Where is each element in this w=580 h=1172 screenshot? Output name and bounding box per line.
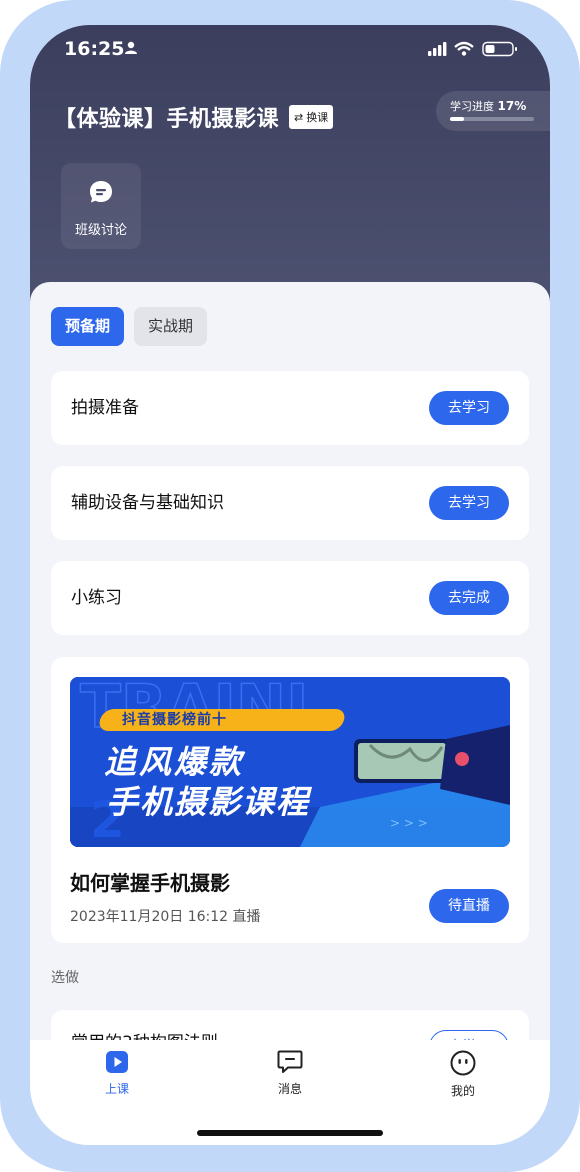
- live-lesson-card[interactable]: TRAINI 2 > > > 抖音摄影榜前十 追风爆款 手机摄影课程: [51, 657, 529, 943]
- course-header: 16:25 【体验课】手机摄影课 ⇄ 换课 学习进度 17% 班级讨论: [30, 25, 550, 325]
- swap-icon: ⇄: [294, 110, 304, 124]
- progress-bar: [450, 117, 534, 121]
- course-banner-image: TRAINI 2 > > > 抖音摄影榜前十 追风爆款 手机摄影课程: [70, 677, 510, 847]
- complete-button[interactable]: 去完成: [429, 581, 509, 615]
- class-discussion-label: 班级讨论: [74, 223, 127, 238]
- lesson-card[interactable]: 辅助设备与基础知识 去学习: [51, 466, 529, 540]
- awaiting-live-button[interactable]: 待直播: [429, 889, 509, 923]
- battery-icon: [482, 41, 517, 57]
- status-bar: 16:25: [30, 25, 550, 75]
- lesson-card[interactable]: 拍摄准备 去学习: [51, 371, 529, 445]
- tab-profile-label: 我的: [450, 1084, 475, 1098]
- lesson-title: 小练习: [71, 588, 122, 608]
- progress-value: 17%: [497, 99, 527, 113]
- tab-messages[interactable]: 消息: [250, 1050, 330, 1097]
- switch-course-button[interactable]: ⇄ 换课: [289, 105, 334, 129]
- tab-profile[interactable]: 我的: [423, 1050, 503, 1099]
- tab-class[interactable]: 上课: [77, 1050, 157, 1097]
- study-button[interactable]: 去学习: [429, 486, 509, 520]
- message-icon: [277, 1050, 303, 1073]
- signal-icon: [428, 42, 447, 56]
- tab-preparation[interactable]: 预备期: [51, 307, 125, 346]
- home-indicator: [197, 1130, 383, 1136]
- lesson-title: 辅助设备与基础知识: [71, 493, 224, 513]
- lesson-card[interactable]: 小练习 去完成: [51, 561, 529, 635]
- tab-messages-label: 消息: [277, 1082, 302, 1096]
- course-title: 【体验课】手机摄影课: [54, 107, 280, 132]
- tab-practice[interactable]: 实战期: [134, 307, 208, 346]
- progress-label: 学习进度: [450, 100, 494, 113]
- course-content: 预备期 实战期 拍摄准备 去学习 辅助设备与基础知识 去学习 小练习 去完成 2…: [30, 282, 550, 1145]
- wifi-icon: [454, 41, 474, 56]
- chat-bubble-icon: [89, 180, 113, 208]
- device-frame: 16:25 【体验课】手机摄影课 ⇄ 换课 学习进度 17% 班级讨论 预备期 …: [0, 0, 580, 1172]
- status-time: 16:25: [64, 38, 125, 60]
- optional-section-label: 选做: [51, 970, 79, 986]
- live-lesson-title: 如何掌握手机摄影: [70, 871, 230, 895]
- status-icons: [428, 41, 520, 61]
- person-icon: [124, 40, 138, 59]
- class-discussion-button[interactable]: 班级讨论: [61, 163, 141, 249]
- study-button[interactable]: 去学习: [429, 391, 509, 425]
- banner-tag-label: 抖音摄影榜前十: [122, 712, 227, 728]
- banner-subheadline: 手机摄影课程: [106, 783, 311, 821]
- play-icon: [106, 1051, 128, 1073]
- tab-class-label: 上课: [104, 1082, 129, 1096]
- switch-course-label: 换课: [306, 111, 329, 124]
- live-lesson-date: 2023年11月20日 16:12 直播: [70, 909, 261, 925]
- profile-icon: [450, 1050, 476, 1076]
- phase-tabs: 预备期 实战期: [51, 307, 208, 346]
- progress-bar-fill: [450, 117, 465, 121]
- course-title-row: 【体验课】手机摄影课 ⇄ 换课: [54, 99, 334, 135]
- lesson-title: 拍摄准备: [71, 398, 139, 418]
- svg-text:> > >: > > >: [390, 816, 428, 830]
- learning-progress[interactable]: 学习进度 17%: [436, 91, 550, 131]
- phone-screen: 16:25 【体验课】手机摄影课 ⇄ 换课 学习进度 17% 班级讨论 预备期 …: [30, 25, 550, 1145]
